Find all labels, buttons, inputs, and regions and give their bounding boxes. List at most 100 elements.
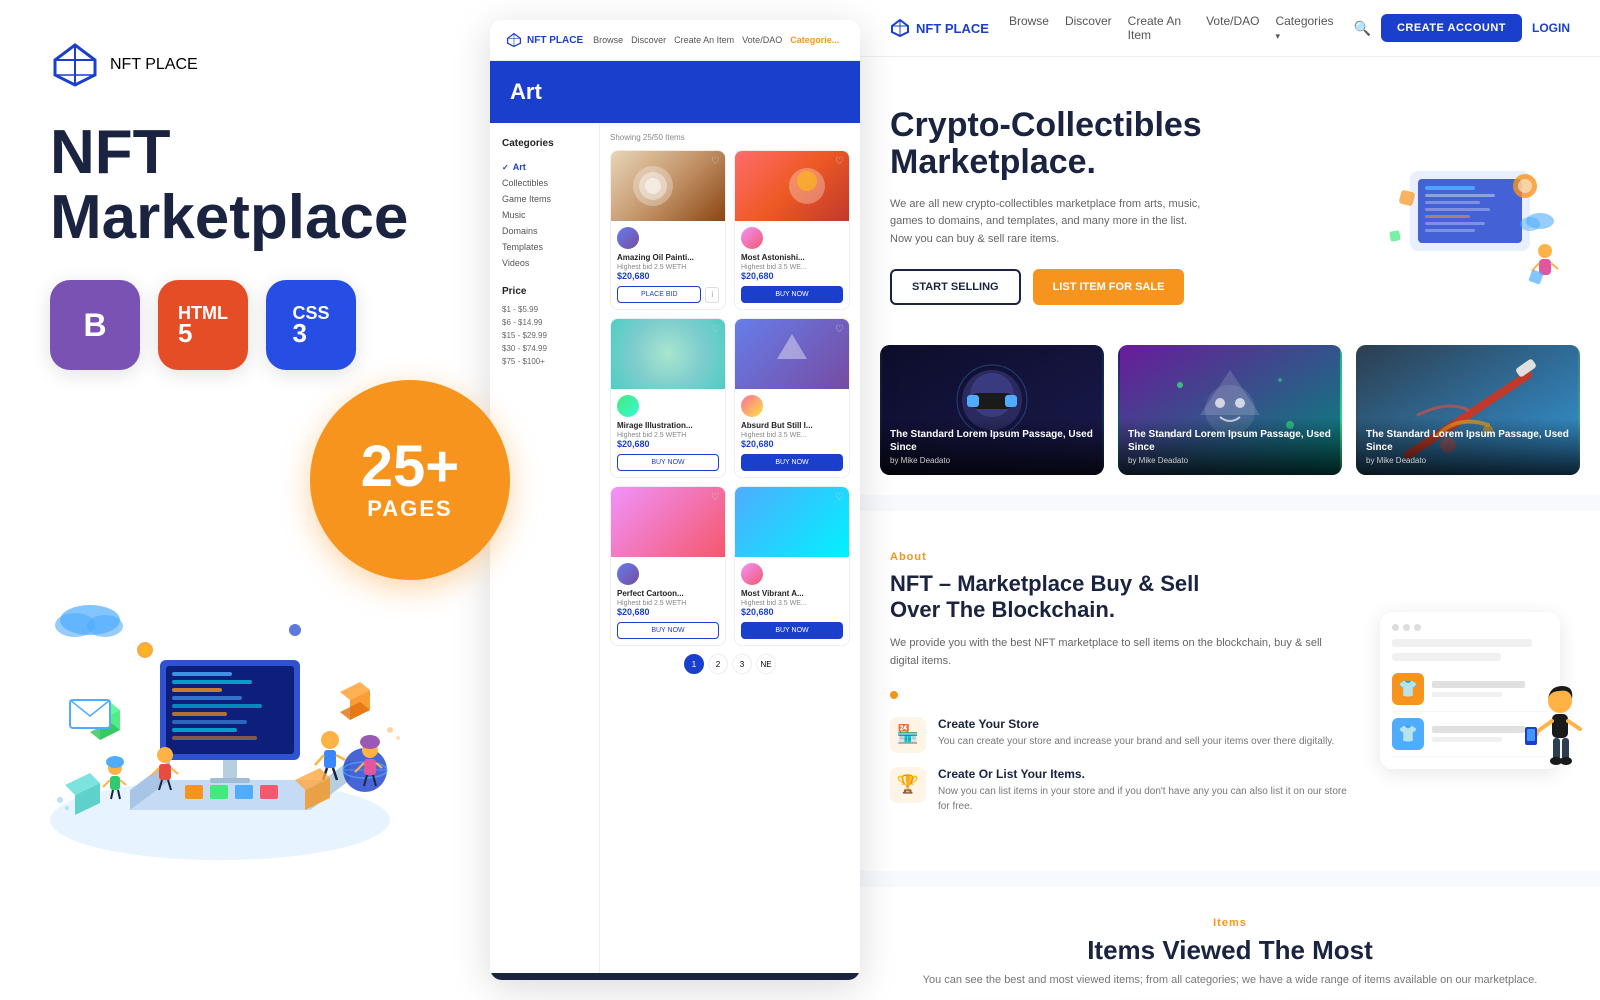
heart-icon-4[interactable]: ♡: [835, 324, 844, 335]
bootstrap-badge: B: [50, 280, 140, 370]
page-btn-1[interactable]: 1: [684, 654, 704, 674]
mp-price-4[interactable]: $30 - $74.99: [502, 342, 587, 355]
rp-nav-browse[interactable]: Browse: [1009, 14, 1049, 42]
mp-nav-vote[interactable]: Vote/DAO: [742, 35, 782, 45]
mp-logo: NFT PLACE: [506, 32, 583, 48]
mockup-dot-1: [1392, 624, 1399, 631]
trophy-icon: 🏆: [890, 767, 926, 803]
page-btn-2[interactable]: 2: [708, 654, 728, 674]
featured-card-title-2: The Standard Lorem Ipsum Passage, Used S…: [1128, 428, 1332, 454]
nft-title-1: Amazing Oil Painti...: [617, 253, 719, 262]
mp-showing-count: Showing 25/50 Items: [610, 133, 850, 142]
featured-card-3[interactable]: The Standard Lorem Ipsum Passage, Used S…: [1356, 345, 1580, 475]
rp-nav-discover[interactable]: Discover: [1065, 14, 1112, 42]
nft-card-5: ♡ Perfect Cartoon... Highest bid 2.5 WET…: [610, 486, 726, 646]
nft-info-btn-1[interactable]: i: [705, 287, 719, 303]
about-label: About: [890, 551, 1350, 563]
nft-title-5: Perfect Cartoon...: [617, 589, 719, 598]
mp-cat-templates[interactable]: Templates: [502, 239, 587, 255]
html-label: HTML 5: [178, 304, 228, 345]
mockup-row-1: [1392, 639, 1532, 647]
mp-cat-videos[interactable]: Videos: [502, 255, 587, 271]
nft-avatar-4: [741, 395, 763, 417]
nft-price-6: $20,680: [741, 607, 843, 617]
create-account-button[interactable]: CREATE ACCOUNT: [1381, 14, 1522, 42]
pages-badge: 25+ PAGES: [310, 380, 510, 580]
rp-nav-links: Browse Discover Create An Item Vote/DAO …: [1009, 14, 1334, 42]
featured-card-title-1: The Standard Lorem Ipsum Passage, Used S…: [890, 428, 1094, 454]
nft-card-img-6: ♡: [735, 487, 849, 557]
mp-price-5[interactable]: $75 - $100+: [502, 355, 587, 368]
nft-buy-btn-4[interactable]: BUY NOW: [741, 454, 843, 471]
heart-icon-5[interactable]: ♡: [711, 492, 720, 503]
mp-price-3[interactable]: $15 - $29.99: [502, 329, 587, 342]
mp-cat-art[interactable]: ✓ Art: [502, 159, 587, 175]
step-list-title: Create Or List Your Items.: [938, 767, 1350, 781]
nft-avatar-1: [617, 227, 639, 249]
mp-cat-collectibles[interactable]: Collectibles: [502, 175, 587, 191]
nft-title-6: Most Vibrant A...: [741, 589, 843, 598]
nft-title-3: Mirage Illustration...: [617, 421, 719, 430]
nft-buy-btn-5[interactable]: BUY NOW: [617, 622, 719, 639]
rp-hero-image: [1370, 131, 1570, 281]
mp-nav-categories[interactable]: Categorie...: [790, 35, 839, 45]
list-item-button[interactable]: LIST ITEM FOR SALE: [1033, 269, 1185, 305]
brand-logo-icon: [50, 40, 100, 90]
items-desc: You can see the best and most viewed ite…: [890, 974, 1570, 986]
featured-card-2[interactable]: The Standard Lorem Ipsum Passage, Used S…: [1118, 345, 1342, 475]
mp-nav-browse[interactable]: Browse: [593, 35, 623, 45]
rp-featured-section: The Standard Lorem Ipsum Passage, Used S…: [860, 345, 1600, 495]
rp-about-illustration: 👕 👕: [1370, 551, 1570, 831]
about-step-list: 🏆 Create Or List Your Items. Now you can…: [890, 767, 1350, 814]
mp-cat-game[interactable]: Game Items: [502, 191, 587, 207]
mp-nav-create[interactable]: Create An Item: [674, 35, 734, 45]
heart-icon-3[interactable]: ♡: [711, 324, 720, 335]
rp-nav-create[interactable]: Create An Item: [1128, 14, 1190, 42]
check-icon: ✓: [502, 163, 509, 172]
nft-bid-btn-1[interactable]: PLACE BID: [617, 286, 701, 303]
mp-price-2[interactable]: $6 - $14.99: [502, 316, 587, 329]
start-selling-button[interactable]: START SELLING: [890, 269, 1021, 305]
rp-hero-text: Crypto-Collectibles Marketplace. We are …: [890, 107, 1350, 305]
nft-card-4: ♡ Absurd But Still I... Highest bid 3.5 …: [734, 318, 850, 478]
nft-card-body-3: Mirage Illustration... Highest bid 2.5 W…: [611, 389, 725, 477]
featured-card-1[interactable]: The Standard Lorem Ipsum Passage, Used S…: [880, 345, 1104, 475]
html-badge: HTML 5: [158, 280, 248, 370]
about-step-store: 🏪 Create Your Store You can create your …: [890, 717, 1350, 753]
mp-hero-category: Art: [510, 79, 542, 104]
search-icon[interactable]: 🔍: [1354, 20, 1371, 37]
nft-bid-6: Highest bid 3.5 WE...: [741, 600, 843, 607]
rp-about-text: About NFT – Marketplace Buy & Sell Over …: [890, 551, 1350, 831]
rp-hero: Crypto-Collectibles Marketplace. We are …: [860, 57, 1600, 345]
nft-card-img-3: ♡: [611, 319, 725, 389]
mp-cat-music[interactable]: Music: [502, 207, 587, 223]
pages-label: PAGES: [367, 496, 452, 522]
step-list-content: Create Or List Your Items. Now you can l…: [938, 767, 1350, 814]
nft-avatar-5: [617, 563, 639, 585]
left-panel: NFT PLACE NFT Marketplace B HTML 5 CSS 3…: [0, 0, 480, 1000]
mp-cat-domains[interactable]: Domains: [502, 223, 587, 239]
nft-bid-4: Highest bid 3.5 WE...: [741, 432, 843, 439]
nft-grid: ♡ Amazing Oil Painti... Highest bid 2.5 …: [610, 150, 850, 646]
page-btn-next[interactable]: NE: [756, 654, 776, 674]
rp-nav-categories[interactable]: Categories: [1275, 14, 1333, 42]
nft-price-5: $20,680: [617, 607, 719, 617]
nft-buy-btn-3[interactable]: BUY NOW: [617, 454, 719, 471]
mp-categories-title: Categories: [502, 138, 587, 149]
nft-price-1: $20,680: [617, 271, 719, 281]
nft-buy-btn-2[interactable]: BUY NOW: [741, 286, 843, 303]
rp-nav-vote[interactable]: Vote/DAO: [1206, 14, 1259, 42]
login-button[interactable]: LOGIN: [1532, 21, 1570, 35]
mp-price-1[interactable]: $1 - $5.99: [502, 303, 587, 316]
mp-main-grid: Showing 25/50 Items ♡ Amazi: [600, 123, 860, 973]
rp-nav-actions: 🔍 CREATE ACCOUNT LOGIN: [1354, 14, 1571, 42]
heart-icon-1[interactable]: ♡: [711, 156, 720, 167]
heart-icon-2[interactable]: ♡: [835, 156, 844, 167]
heart-icon-6[interactable]: ♡: [835, 492, 844, 503]
mp-nav-discover[interactable]: Discover: [631, 35, 666, 45]
about-title: NFT – Marketplace Buy & Sell Over The Bl…: [890, 571, 1350, 624]
page-btn-3[interactable]: 3: [732, 654, 752, 674]
about-desc: We provide you with the best NFT marketp…: [890, 635, 1350, 670]
middle-panel: NFT PLACE Browse Discover Create An Item…: [490, 20, 860, 980]
nft-buy-btn-6[interactable]: BUY NOW: [741, 622, 843, 639]
